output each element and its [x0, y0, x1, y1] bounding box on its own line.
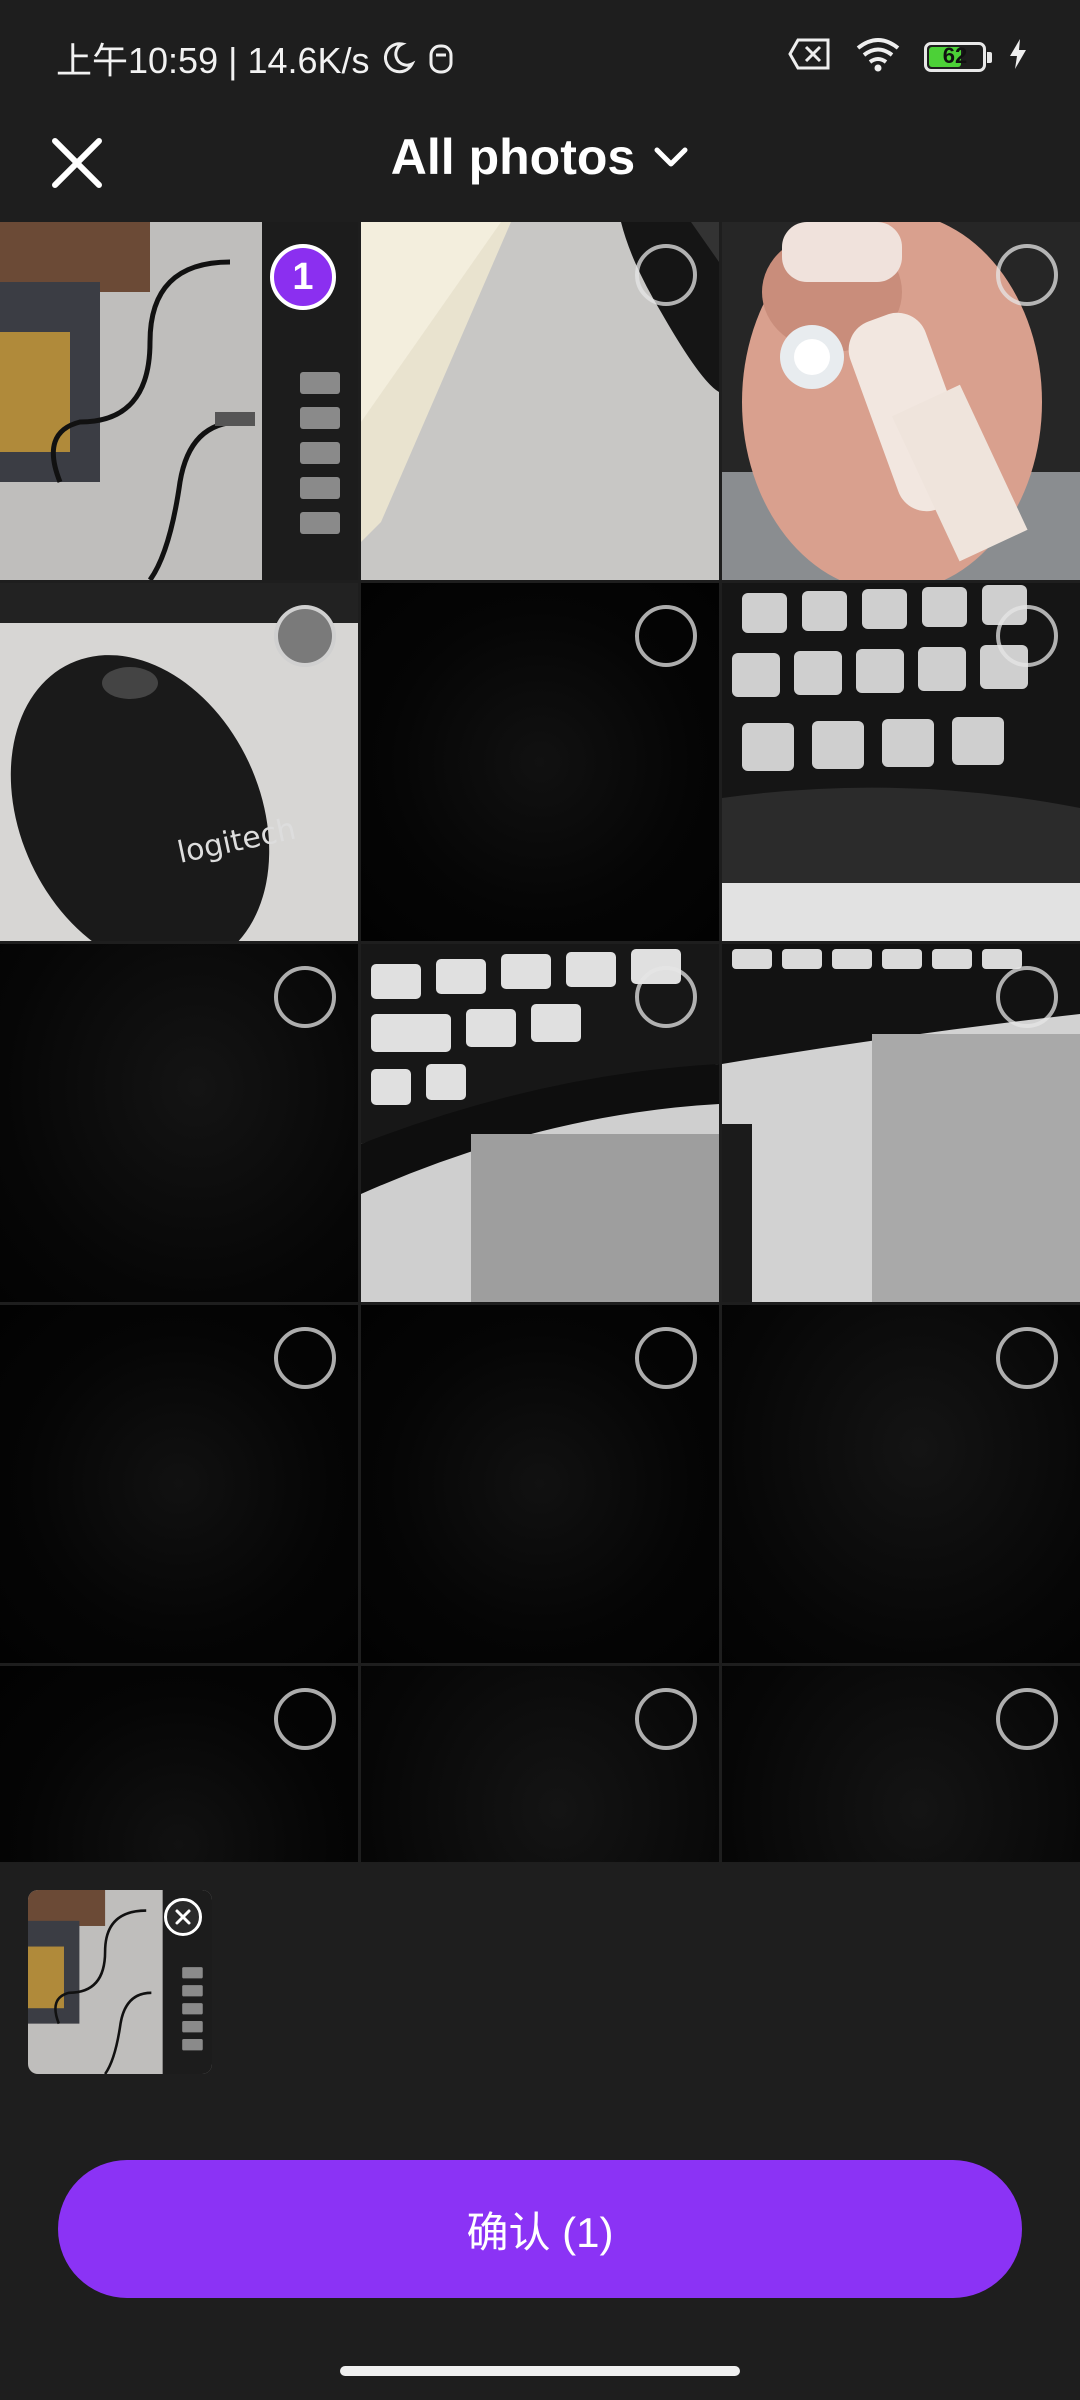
- select-checkbox[interactable]: [996, 1327, 1058, 1389]
- status-left: 上午10:59 | 14.6K/s: [56, 32, 456, 84]
- status-bar: 上午10:59 | 14.6K/s 62: [0, 0, 1080, 110]
- select-checkbox[interactable]: [635, 1327, 697, 1389]
- selection-badge[interactable]: 1: [270, 244, 336, 310]
- photo-item[interactable]: [361, 583, 719, 941]
- select-checkbox[interactable]: [996, 605, 1058, 667]
- charging-icon: [1008, 38, 1028, 75]
- moon-icon: [380, 40, 416, 76]
- notification-app-icon: [426, 40, 456, 76]
- photo-item[interactable]: [0, 1666, 358, 1862]
- select-checkbox[interactable]: [635, 244, 697, 306]
- remove-selected-button[interactable]: [164, 1898, 202, 1936]
- select-checkbox[interactable]: [274, 1688, 336, 1750]
- top-bar: All photos: [0, 110, 1080, 222]
- status-right: 62: [766, 36, 1028, 77]
- select-checkbox[interactable]: [274, 1327, 336, 1389]
- select-checkbox[interactable]: [996, 966, 1058, 1028]
- home-indicator[interactable]: [340, 2366, 740, 2376]
- photo-item[interactable]: [361, 1305, 719, 1663]
- battery-level: 62: [942, 42, 968, 68]
- select-checkbox[interactable]: [274, 966, 336, 1028]
- selected-preview-strip: [0, 1862, 1080, 2074]
- photo-item[interactable]: 1: [0, 222, 358, 580]
- photo-grid: 1 logitech: [0, 222, 1080, 1862]
- close-icon: [175, 1909, 191, 1925]
- select-checkbox[interactable]: [635, 605, 697, 667]
- wifi-icon: [854, 36, 902, 77]
- photo-item[interactable]: [0, 944, 358, 1302]
- photo-item[interactable]: logitech: [0, 583, 358, 941]
- photo-item[interactable]: [0, 1305, 358, 1663]
- battery-icon: 62: [924, 41, 992, 72]
- photo-item[interactable]: [361, 1666, 719, 1862]
- status-time: 上午10:59 | 14.6K/s: [56, 40, 370, 81]
- photo-item[interactable]: [722, 583, 1080, 941]
- select-checkbox[interactable]: [996, 1688, 1058, 1750]
- page-title: All photos: [390, 129, 636, 185]
- photo-item[interactable]: [722, 1666, 1080, 1862]
- chevron-down-icon: [653, 145, 689, 169]
- photo-item[interactable]: [361, 222, 719, 580]
- select-checkbox[interactable]: [996, 244, 1058, 306]
- no-sim-icon: [788, 37, 832, 76]
- album-selector[interactable]: All photos: [0, 128, 1080, 186]
- confirm-button[interactable]: 确认 (1): [58, 2160, 1022, 2298]
- photo-item[interactable]: [722, 222, 1080, 580]
- photo-item[interactable]: [722, 1305, 1080, 1663]
- photo-item[interactable]: [361, 944, 719, 1302]
- select-checkbox[interactable]: [635, 1688, 697, 1750]
- select-checkbox[interactable]: [635, 966, 697, 1028]
- select-checkbox[interactable]: [274, 605, 336, 667]
- photo-item[interactable]: [722, 944, 1080, 1302]
